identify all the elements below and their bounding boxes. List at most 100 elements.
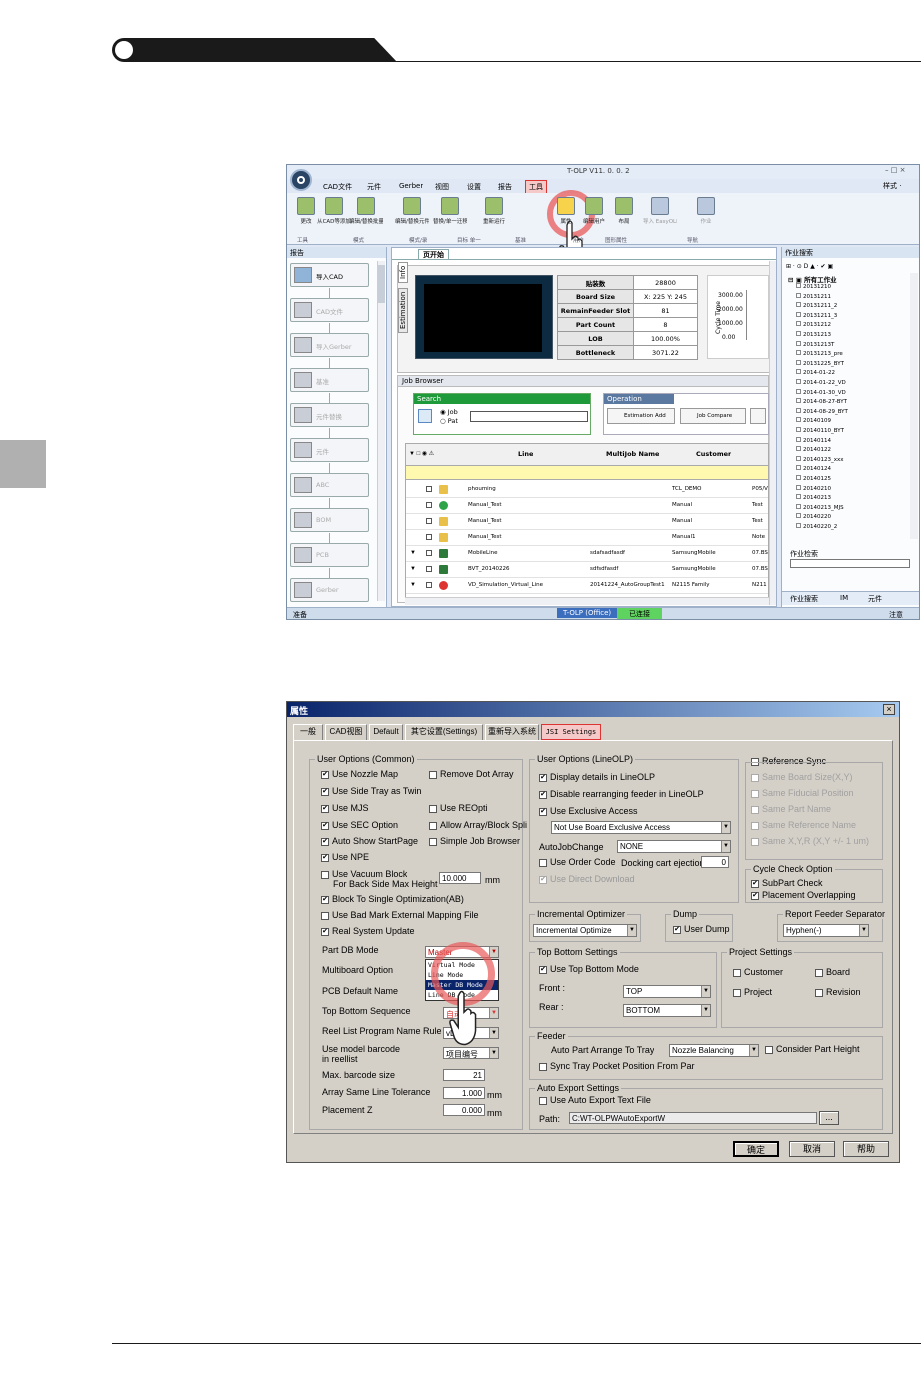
row-checkbox[interactable] — [426, 582, 432, 588]
tree-item[interactable]: 20131213T — [796, 340, 834, 348]
revision-checkbox[interactable]: Revision — [815, 987, 861, 997]
right-tab-im[interactable]: IM — [840, 594, 848, 602]
board-checkbox[interactable]: Board — [815, 967, 850, 977]
tree-item[interactable]: 20140125 — [796, 475, 831, 482]
ribbon-btn-1[interactable]: 从CAD等添加 — [317, 195, 351, 235]
row-checkbox[interactable] — [426, 486, 432, 492]
col-line[interactable]: Line — [518, 450, 533, 458]
search-input[interactable] — [470, 411, 588, 422]
common-checkbox-9[interactable]: ✔ Use NPE — [321, 852, 369, 862]
ribbon-btn-5[interactable]: 重新运行 — [477, 195, 511, 235]
tree-vscroll[interactable] — [910, 273, 918, 539]
job-search-input[interactable] — [790, 559, 910, 568]
dialog-tab-4[interactable]: 重新导入系统 — [485, 724, 539, 740]
use-auto-export-checkbox[interactable]: Use Auto Export Text File — [539, 1095, 651, 1105]
left-item-5[interactable]: 元件 — [290, 438, 369, 462]
cancel-button[interactable]: 取消 — [789, 1141, 835, 1157]
array-tolerance-input[interactable]: 1.000 — [443, 1087, 485, 1099]
table-row[interactable]: phouming TCL_DEMO P05/V — [406, 482, 768, 498]
front-select[interactable]: TOP ▼ — [623, 985, 711, 998]
tree-item[interactable]: 20131225_BYT — [796, 359, 844, 367]
autojobchange-select[interactable]: NONE ▼ — [617, 840, 731, 853]
row-expander[interactable]: ▼ — [410, 550, 416, 556]
tree-item[interactable]: 2014-08-29_BYT — [796, 407, 848, 415]
menu-gerber[interactable]: Gerber — [399, 182, 423, 190]
vacuum-height-input[interactable]: 10.000 — [439, 872, 481, 884]
row-checkbox[interactable] — [426, 502, 432, 508]
col-multijob[interactable]: MultiJob Name — [606, 450, 659, 458]
max-barcode-input[interactable]: 21 — [443, 1069, 485, 1081]
common-checkbox-0[interactable]: ✔ Use Nozzle Map — [321, 769, 398, 779]
tree-item[interactable]: 20131211 — [796, 292, 831, 300]
common-checkbox-4[interactable]: Use REOpti — [429, 803, 488, 813]
real-update-checkbox[interactable]: ✔ Real System Update — [321, 926, 415, 936]
rear-select[interactable]: BOTTOM ▼ — [623, 1004, 711, 1017]
dialog-tab-1[interactable]: CAD视图 — [325, 724, 367, 740]
tree-item[interactable]: 20140109 — [796, 417, 831, 424]
job-compare-button[interactable]: Job Compare — [680, 408, 746, 424]
estimation-add-button[interactable]: Estimation Add — [607, 408, 675, 424]
left-item-1[interactable]: CAD文件 — [290, 298, 369, 322]
placement-overlap-checkbox[interactable]: ✔ Placement Overlapping — [751, 890, 856, 900]
dialog-tab-2[interactable]: Default — [369, 724, 403, 740]
style-label[interactable]: 样式 · — [883, 181, 901, 191]
consider-height-checkbox[interactable]: Consider Part Height — [765, 1044, 860, 1054]
row-expander[interactable]: ▼ — [410, 566, 416, 572]
menu-settings[interactable]: 设置 — [467, 182, 481, 192]
tree-item[interactable]: 2014-01-22_VD — [796, 379, 846, 386]
block-single-checkbox[interactable]: ✔ Block To Single Optimization(AB) — [321, 894, 464, 904]
row-checkbox[interactable] — [426, 550, 432, 556]
row-expander[interactable]: ▼ — [410, 582, 416, 588]
subpart-check-checkbox[interactable]: ✔ SubPart Check — [751, 878, 823, 888]
exclusive-access-select[interactable]: Not Use Board Exclusive Access ▼ — [551, 821, 731, 834]
info-tab[interactable]: Info — [398, 261, 408, 283]
common-checkbox-7[interactable]: ✔ Auto Show StartPage — [321, 836, 418, 846]
dialog-tab-0[interactable]: 一般 — [293, 724, 323, 740]
table-row[interactable]: ▼ MobileLine sdafsadfasdf SamsungMobile 07.B… — [406, 546, 768, 562]
left-item-0[interactable]: 导入CAD — [290, 263, 369, 287]
use-order-code-checkbox[interactable]: Use Order Code — [539, 857, 616, 867]
right-tab-jobsearch[interactable]: 作业搜索 — [790, 594, 818, 604]
common-checkbox-8[interactable]: Simple Job Browser — [429, 836, 520, 846]
left-item-6[interactable]: ABC — [290, 473, 369, 497]
customer-checkbox[interactable]: Customer — [733, 967, 783, 977]
tree-item[interactable]: 20140220_2 — [796, 523, 837, 530]
ok-button[interactable]: 确定 — [733, 1141, 779, 1157]
disable-rearranging-checkbox[interactable]: ✔ Disable rearranging feeder in LineOLP — [539, 789, 704, 799]
tree-item[interactable]: 20140124 — [796, 465, 831, 472]
tree-item[interactable]: 20140123_xxx — [796, 455, 844, 463]
ribbon-btn-9[interactable]: 导入 EasyOLP — [643, 195, 677, 235]
filter-row[interactable] — [406, 466, 768, 480]
tree-item[interactable]: 2014-01-22 — [796, 369, 835, 376]
tree-item[interactable]: 20131213 — [796, 331, 831, 338]
dialog-close-button[interactable]: × — [883, 704, 895, 715]
table-row[interactable]: ▼ BVT_20140226 sdfsdfasdf SamsungMobile 07.B… — [406, 562, 768, 578]
path-input[interactable]: C:WT-OLPWAutoExportW — [569, 1112, 817, 1124]
row-checkbox[interactable] — [426, 534, 432, 540]
tree-item[interactable]: 2014-08-27-BYT — [796, 398, 847, 405]
right-toolbar[interactable]: ⊞ · ⊙ D ▲ · ✔ ▣ — [786, 263, 833, 270]
tree-item[interactable]: 20140210 — [796, 484, 831, 492]
row-checkbox[interactable] — [426, 518, 432, 524]
print-icon[interactable] — [750, 408, 766, 424]
grid-hscroll[interactable] — [405, 597, 769, 605]
report-separator-select[interactable]: Hyphen(-) ▼ — [783, 924, 869, 937]
tree-item[interactable]: 20140220 — [796, 513, 831, 520]
menu-tools[interactable]: 工具 — [525, 180, 547, 194]
common-checkbox-3[interactable]: ✔ Use MJS — [321, 803, 369, 813]
tree-item[interactable]: 20140213_MJS — [796, 503, 844, 511]
right-tab-part[interactable]: 元件 — [868, 594, 882, 604]
project-checkbox[interactable]: Project — [733, 987, 772, 997]
table-row[interactable]: Manual_Test Manual Test — [406, 498, 768, 514]
doc-scroll[interactable] — [769, 261, 776, 605]
table-row[interactable]: ▼ VD_Simulation_Virtual_Line 20141224_Auto… — [406, 578, 768, 594]
left-item-7[interactable]: BOM — [290, 508, 369, 532]
estimation-tab[interactable]: Estimation — [398, 287, 408, 333]
common-checkbox-5[interactable]: ✔ Use SEC Option — [321, 820, 398, 830]
common-checkbox-6[interactable]: Allow Array/Block Spli — [429, 820, 527, 830]
help-button[interactable]: 帮助 — [843, 1141, 889, 1157]
browse-button[interactable]: ... — [819, 1111, 839, 1125]
incremental-select[interactable]: Incremental Optimize ▼ — [533, 924, 637, 937]
display-details-checkbox[interactable]: ✔ Display details in LineOLP — [539, 772, 655, 782]
tree-item[interactable]: 20131211_3 — [796, 311, 837, 319]
